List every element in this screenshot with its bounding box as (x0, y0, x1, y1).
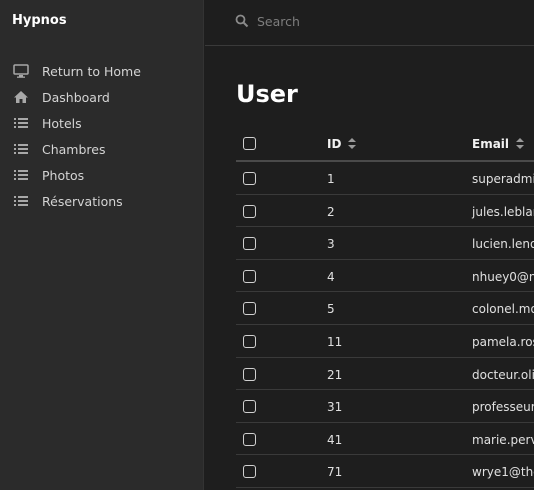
table-row[interactable]: 71 wrye1@the (236, 455, 534, 488)
column-header-id[interactable]: ID (327, 137, 357, 151)
select-all-checkbox[interactable] (243, 137, 256, 150)
sidebar-item-label: Chambres (42, 141, 106, 157)
row-checkbox[interactable] (243, 172, 256, 185)
row-checkbox[interactable] (243, 269, 256, 283)
table-row[interactable]: 31 professeur. (236, 390, 534, 423)
row-checkbox[interactable] (243, 334, 256, 348)
monitor-icon (12, 64, 29, 78)
table-header: ID Email (236, 126, 534, 162)
cell-email[interactable]: marie.perve (472, 433, 534, 447)
cell-id: 31 (327, 400, 343, 415)
cell-email[interactable]: lucien.lenoir (472, 237, 534, 251)
sidebar-menu: Return to Home Dashboard Hotels Chambres… (0, 58, 204, 214)
cell-id: 3 (327, 237, 335, 252)
cell-id: 71 (327, 465, 343, 480)
home-icon (12, 90, 29, 104)
list-icon (12, 142, 29, 156)
table-row[interactable]: 1 superadmin (236, 162, 534, 195)
cell-id: 21 (327, 367, 343, 382)
sidebar-item-label: Return to Home (42, 63, 141, 79)
sidebar-item-label: Hotels (42, 115, 82, 131)
row-checkbox[interactable] (243, 400, 256, 414)
user-table: ID Email 1 superadmin 2 jules.leblanc 3 … (236, 126, 534, 488)
sidebar-item-hotels[interactable]: Hotels (0, 110, 204, 136)
cell-id: 41 (327, 432, 343, 447)
list-icon (12, 194, 29, 208)
cell-id: 1 (327, 172, 335, 186)
table-row[interactable]: 21 docteur.oliv (236, 358, 534, 391)
column-header-email[interactable]: Email (472, 137, 525, 151)
sort-icon (516, 138, 525, 149)
row-checkbox[interactable] (243, 237, 256, 251)
sidebar-item-reservations[interactable]: Réservations (0, 188, 204, 214)
column-header-label: ID (327, 137, 342, 151)
sidebar-item-label: Photos (42, 167, 85, 183)
table-row[interactable]: 41 marie.perve (236, 423, 534, 456)
row-checkbox[interactable] (243, 465, 256, 479)
row-checkbox[interactable] (243, 432, 256, 446)
main-content: User ID Email 1 superadmin 2 jules.lebla… (205, 46, 534, 490)
cell-id: 4 (327, 269, 335, 284)
list-icon (12, 116, 29, 130)
brand-title[interactable]: Hypnos (12, 13, 67, 28)
row-checkbox[interactable] (243, 204, 256, 218)
cell-email[interactable]: professeur. (472, 400, 534, 414)
sidebar-item-dashboard[interactable]: Dashboard (0, 84, 204, 110)
sidebar-item-chambres[interactable]: Chambres (0, 136, 204, 162)
cell-email[interactable]: docteur.oliv (472, 368, 534, 382)
cell-email[interactable]: nhuey0@ns (472, 270, 534, 284)
sidebar-item-label: Dashboard (42, 89, 110, 105)
sidebar-item-photos[interactable]: Photos (0, 162, 204, 188)
cell-id: 2 (327, 204, 335, 219)
cell-id: 11 (327, 334, 343, 349)
cell-email[interactable]: jules.leblanc (472, 205, 534, 219)
cell-email[interactable]: pamela.ros (472, 335, 534, 349)
cell-email[interactable]: colonel.mo (472, 302, 534, 316)
top-bar (205, 0, 534, 46)
table-row[interactable]: 2 jules.leblanc (236, 195, 534, 228)
sidebar-item-label: Réservations (42, 193, 123, 209)
list-icon (12, 168, 29, 182)
table-row[interactable]: 5 colonel.mo (236, 292, 534, 325)
cell-email[interactable]: wrye1@the (472, 465, 534, 479)
row-checkbox[interactable] (243, 302, 256, 316)
column-header-label: Email (472, 137, 510, 151)
search-icon (235, 13, 249, 28)
search-input[interactable] (257, 10, 517, 32)
cell-id: 5 (327, 302, 335, 317)
row-checkbox[interactable] (243, 367, 256, 381)
table-row[interactable]: 11 pamela.ros (236, 325, 534, 358)
page-title: User (236, 80, 298, 108)
sidebar-item-return-home[interactable]: Return to Home (0, 58, 204, 84)
cell-email[interactable]: superadmin (472, 172, 534, 186)
sidebar: Hypnos Return to Home Dashboard Hotels C… (0, 0, 204, 490)
table-row[interactable]: 4 nhuey0@ns (236, 260, 534, 293)
sort-icon (348, 138, 357, 149)
table-row[interactable]: 3 lucien.lenoir (236, 227, 534, 260)
